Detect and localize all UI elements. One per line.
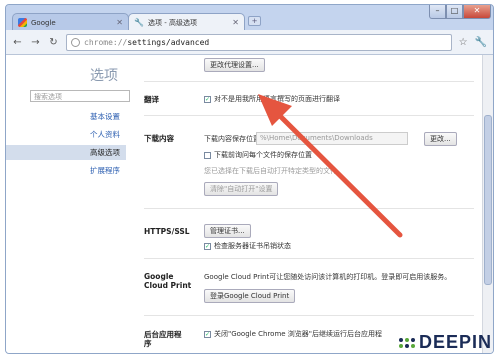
close-window-button[interactable]: ✕	[463, 5, 491, 19]
download-location-field: %\Home\Documents\Downloads	[256, 132, 408, 145]
new-tab-button[interactable]: +	[248, 16, 261, 26]
cloud-print-title-line2: Cloud Print	[144, 281, 192, 290]
divider	[144, 315, 474, 316]
downloads-title: 下载内容	[144, 134, 174, 143]
minimize-button[interactable]: –	[429, 5, 446, 19]
back-icon[interactable]: ←	[12, 37, 23, 48]
deepin-wordmark: DEEPIN	[418, 332, 492, 352]
deepin-logo-icon	[398, 337, 415, 348]
tab-title: Google	[31, 18, 56, 27]
sidebar-item-basic[interactable]: 基本设置	[6, 109, 126, 124]
search-input[interactable]: 搜索选项	[30, 90, 130, 102]
cloud-print-signin-button[interactable]: 登录Google Cloud Print	[204, 289, 296, 303]
address-bar[interactable]: chrome://settings/advanced	[66, 33, 452, 51]
background-apps-checkbox-row[interactable]: ✓ 关闭"Google Chrome 浏览器"后继续运行后台应用程	[204, 329, 382, 339]
checkbox-unchecked-icon[interactable]	[204, 151, 211, 159]
forward-icon[interactable]: →	[30, 37, 41, 48]
url-path: settings/advanced	[127, 37, 210, 47]
scrollbar[interactable]	[482, 55, 493, 353]
url-scheme: chrome://	[84, 37, 128, 47]
tab-google[interactable]: Google ✕	[12, 13, 129, 31]
deepin-watermark: DEEPIN	[398, 332, 492, 353]
sidebar-title: 选项	[90, 68, 118, 84]
download-location-label: 下载内容保存位置:	[204, 135, 263, 143]
toolbar: ← → ↻ chrome://settings/advanced ☆ 🔧	[6, 30, 493, 55]
settings-main: 更改代理设置... 翻译 ✓ 对不是用我所用语言撰写的页面进行翻译 下载内容 下…	[144, 55, 474, 353]
ask-location-checkbox-row[interactable]: 下载前询问每个文件的保存位置	[204, 150, 312, 160]
checkbox-checked-icon[interactable]: ✓	[204, 242, 211, 250]
checkbox-checked-icon[interactable]: ✓	[204, 95, 211, 103]
tab-title: 选项 - 高级选项	[147, 18, 197, 27]
reload-icon[interactable]: ↻	[48, 37, 59, 48]
sidebar: 选项 搜索选项 基本设置 个人资料 高级选项 扩展程序	[6, 55, 132, 353]
sidebar-item-extensions[interactable]: 扩展程序	[6, 163, 126, 178]
maximize-button[interactable]: □	[446, 5, 463, 19]
bookmark-star-icon[interactable]: ☆	[459, 37, 468, 48]
revocation-checkbox-row[interactable]: ✓ 检查服务器证书吊销状态	[204, 241, 291, 251]
translate-title: 翻译	[144, 95, 159, 104]
cloud-print-title-line1: Google	[144, 272, 174, 281]
settings-page: 选项 搜索选项 基本设置 个人资料 高级选项 扩展程序 更改代理设置... 翻译…	[6, 55, 493, 353]
scrollbar-thumb[interactable]	[484, 115, 492, 285]
auto-open-text: 您已选择在下载后自动打开特定类型的文件。	[204, 167, 344, 175]
tab-strip: Google ✕ 🔧 选项 - 高级选项 ✕ + – □ ✕	[6, 5, 493, 31]
translate-checkbox-label: 对不是用我所用语言撰写的页面进行翻译	[214, 95, 340, 103]
browser-window: Google ✕ 🔧 选项 - 高级选项 ✕ + – □ ✕ ← → ↻ chr…	[5, 4, 494, 354]
checkbox-checked-icon[interactable]: ✓	[204, 330, 211, 338]
clear-auto-open-button[interactable]: 清除"自动打开"设置	[204, 182, 279, 196]
background-apps-title-line2: 序	[144, 339, 152, 348]
cloud-print-description: Google Cloud Print可让您随处访问该计算机的打印机。登录即可启用…	[204, 273, 452, 281]
wrench-icon: 🔧	[134, 18, 144, 27]
ask-location-label: 下载前询问每个文件的保存位置	[214, 151, 312, 159]
tab-settings[interactable]: 🔧 选项 - 高级选项 ✕	[128, 13, 245, 31]
divider	[144, 115, 474, 116]
sidebar-item-advanced[interactable]: 高级选项	[6, 145, 126, 160]
tab-close-icon[interactable]: ✕	[116, 18, 123, 27]
page-icon	[71, 37, 80, 47]
https-title: HTTPS/SSL	[144, 227, 190, 236]
tab-close-icon[interactable]: ✕	[232, 18, 239, 27]
divider	[144, 258, 474, 259]
background-apps-checkbox-label: 关闭"Google Chrome 浏览器"后继续运行后台应用程	[214, 330, 383, 338]
change-location-button[interactable]: 更改...	[424, 132, 457, 146]
sidebar-item-personal[interactable]: 个人资料	[6, 127, 126, 142]
google-favicon-icon	[18, 18, 27, 27]
change-proxy-button[interactable]: 更改代理设置...	[204, 58, 265, 72]
divider	[144, 81, 474, 82]
manage-certificates-button[interactable]: 管理证书...	[204, 224, 251, 238]
window-controls: – □ ✕	[429, 5, 491, 19]
translate-checkbox-row[interactable]: ✓ 对不是用我所用语言撰写的页面进行翻译	[204, 94, 340, 104]
revocation-checkbox-label: 检查服务器证书吊销状态	[214, 242, 291, 250]
wrench-menu-icon[interactable]: 🔧	[475, 37, 487, 48]
divider	[144, 208, 474, 209]
